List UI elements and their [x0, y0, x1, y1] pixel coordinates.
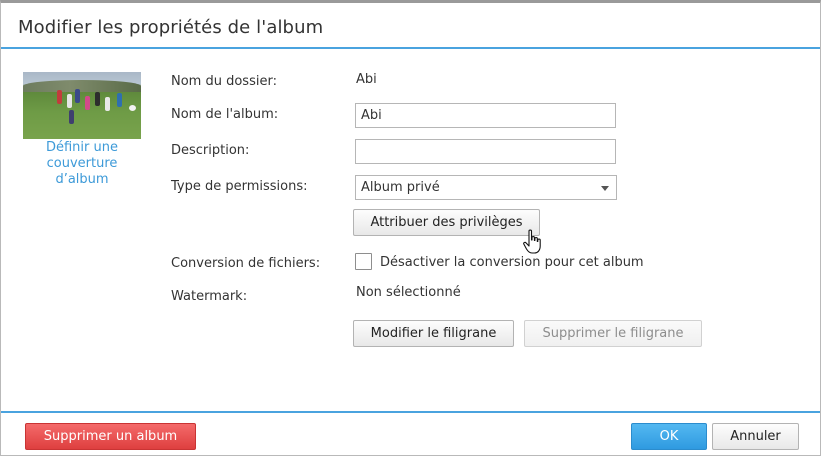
album-cover-thumbnail[interactable]	[23, 72, 141, 139]
cover-background-hill	[23, 80, 141, 92]
cover-figure	[69, 110, 74, 124]
dropdown-arrow-icon	[601, 186, 609, 191]
footer-divider	[1, 411, 820, 413]
cover-figure	[67, 94, 72, 108]
ok-button[interactable]: OK	[631, 423, 707, 450]
assign-privileges-button[interactable]: Attribuer des privilèges	[353, 209, 540, 236]
folder-name-label: Nom du dossier:	[171, 74, 277, 89]
album-properties-dialog: Modifier les propriétés de l'album Défin…	[0, 0, 821, 456]
hand-cursor-icon	[523, 229, 541, 254]
delete-watermark-button: Supprimer le filigrane	[524, 320, 702, 347]
permissions-label: Type de permissions:	[171, 179, 308, 194]
watermark-label: Watermark:	[171, 289, 248, 304]
album-name-label: Nom de l'album:	[171, 107, 279, 122]
cover-figure	[75, 89, 80, 103]
dialog-title: Modifier les propriétés de l'album	[18, 17, 324, 38]
title-divider	[1, 47, 820, 49]
cover-ball	[129, 105, 136, 111]
album-name-input[interactable]	[355, 103, 616, 128]
modify-watermark-button[interactable]: Modifier le filigrane	[353, 320, 514, 347]
cancel-button[interactable]: Annuler	[712, 423, 799, 450]
cover-figure	[105, 97, 110, 111]
cover-figure	[95, 92, 100, 106]
permissions-select[interactable]: Album privé	[355, 175, 617, 200]
folder-name-value: Abi	[356, 72, 377, 87]
description-input[interactable]	[355, 139, 616, 164]
cover-figure	[57, 90, 62, 104]
set-cover-link[interactable]: Définir une couverture d’album	[23, 140, 141, 188]
description-label: Description:	[171, 143, 250, 158]
watermark-value: Non sélectionné	[356, 285, 461, 300]
disable-conversion-checkbox[interactable]	[355, 253, 372, 270]
cover-figure	[85, 96, 90, 110]
conversion-label: Conversion de fichiers:	[171, 256, 321, 271]
disable-conversion-label: Désactiver la conversion pour cet album	[380, 255, 644, 270]
cover-figure	[117, 93, 122, 107]
permissions-selected-value: Album privé	[361, 180, 440, 195]
delete-album-button[interactable]: Supprimer un album	[25, 423, 196, 450]
